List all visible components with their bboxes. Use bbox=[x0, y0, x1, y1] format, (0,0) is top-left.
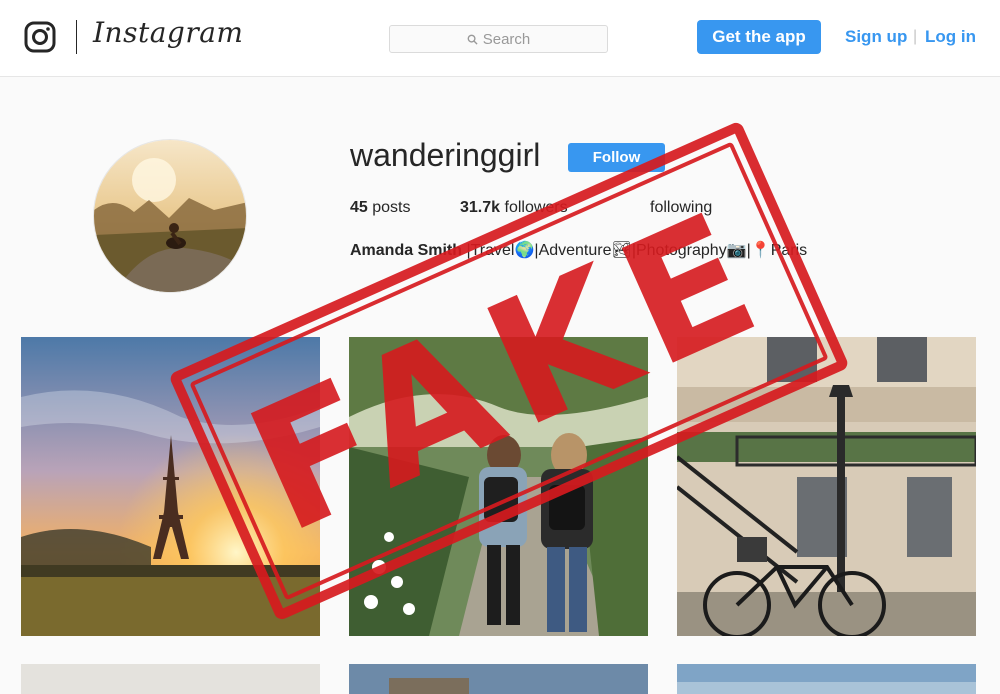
instagram-camera-icon[interactable] bbox=[24, 21, 56, 53]
post-paris-bicycle[interactable] bbox=[677, 337, 976, 636]
sign-up-link[interactable]: Sign up bbox=[845, 27, 907, 47]
get-the-app-button[interactable]: Get the app bbox=[697, 20, 821, 54]
instagram-wordmark-logo[interactable]: Instagram bbox=[93, 16, 243, 49]
top-nav-bar: Instagram Search Get the app Sign up | L… bbox=[0, 0, 1000, 77]
log-in-link[interactable]: Log in bbox=[925, 27, 976, 47]
posts-stat: 45 posts bbox=[350, 199, 411, 216]
profile-full-name: Amanda Smith bbox=[350, 242, 463, 259]
search-input[interactable]: Search bbox=[389, 25, 608, 53]
profile-avatar bbox=[93, 139, 247, 293]
search-icon bbox=[467, 34, 478, 45]
profile-bio-text: |Travel🌍|Adventure🏞|Photography📷|📍Paris bbox=[466, 242, 808, 259]
post-row2-2[interactable] bbox=[349, 664, 648, 694]
follow-button[interactable]: Follow bbox=[568, 143, 665, 172]
search-placeholder: Search bbox=[482, 30, 531, 48]
nav-separator: | bbox=[913, 28, 918, 45]
logo-divider bbox=[76, 20, 77, 54]
post-row2-1[interactable] bbox=[21, 664, 320, 694]
following-stat[interactable]: following bbox=[650, 199, 712, 217]
followers-stat[interactable]: 31.7k followers bbox=[460, 199, 568, 217]
profile-bio: Amanda Smith |Travel🌍|Adventure🏞|Photogr… bbox=[350, 240, 807, 260]
post-row2-3[interactable] bbox=[677, 664, 976, 694]
post-eiffel-tower[interactable] bbox=[21, 337, 320, 636]
post-two-girls-walking[interactable] bbox=[349, 337, 648, 636]
profile-username: wanderinggirl bbox=[350, 137, 541, 173]
